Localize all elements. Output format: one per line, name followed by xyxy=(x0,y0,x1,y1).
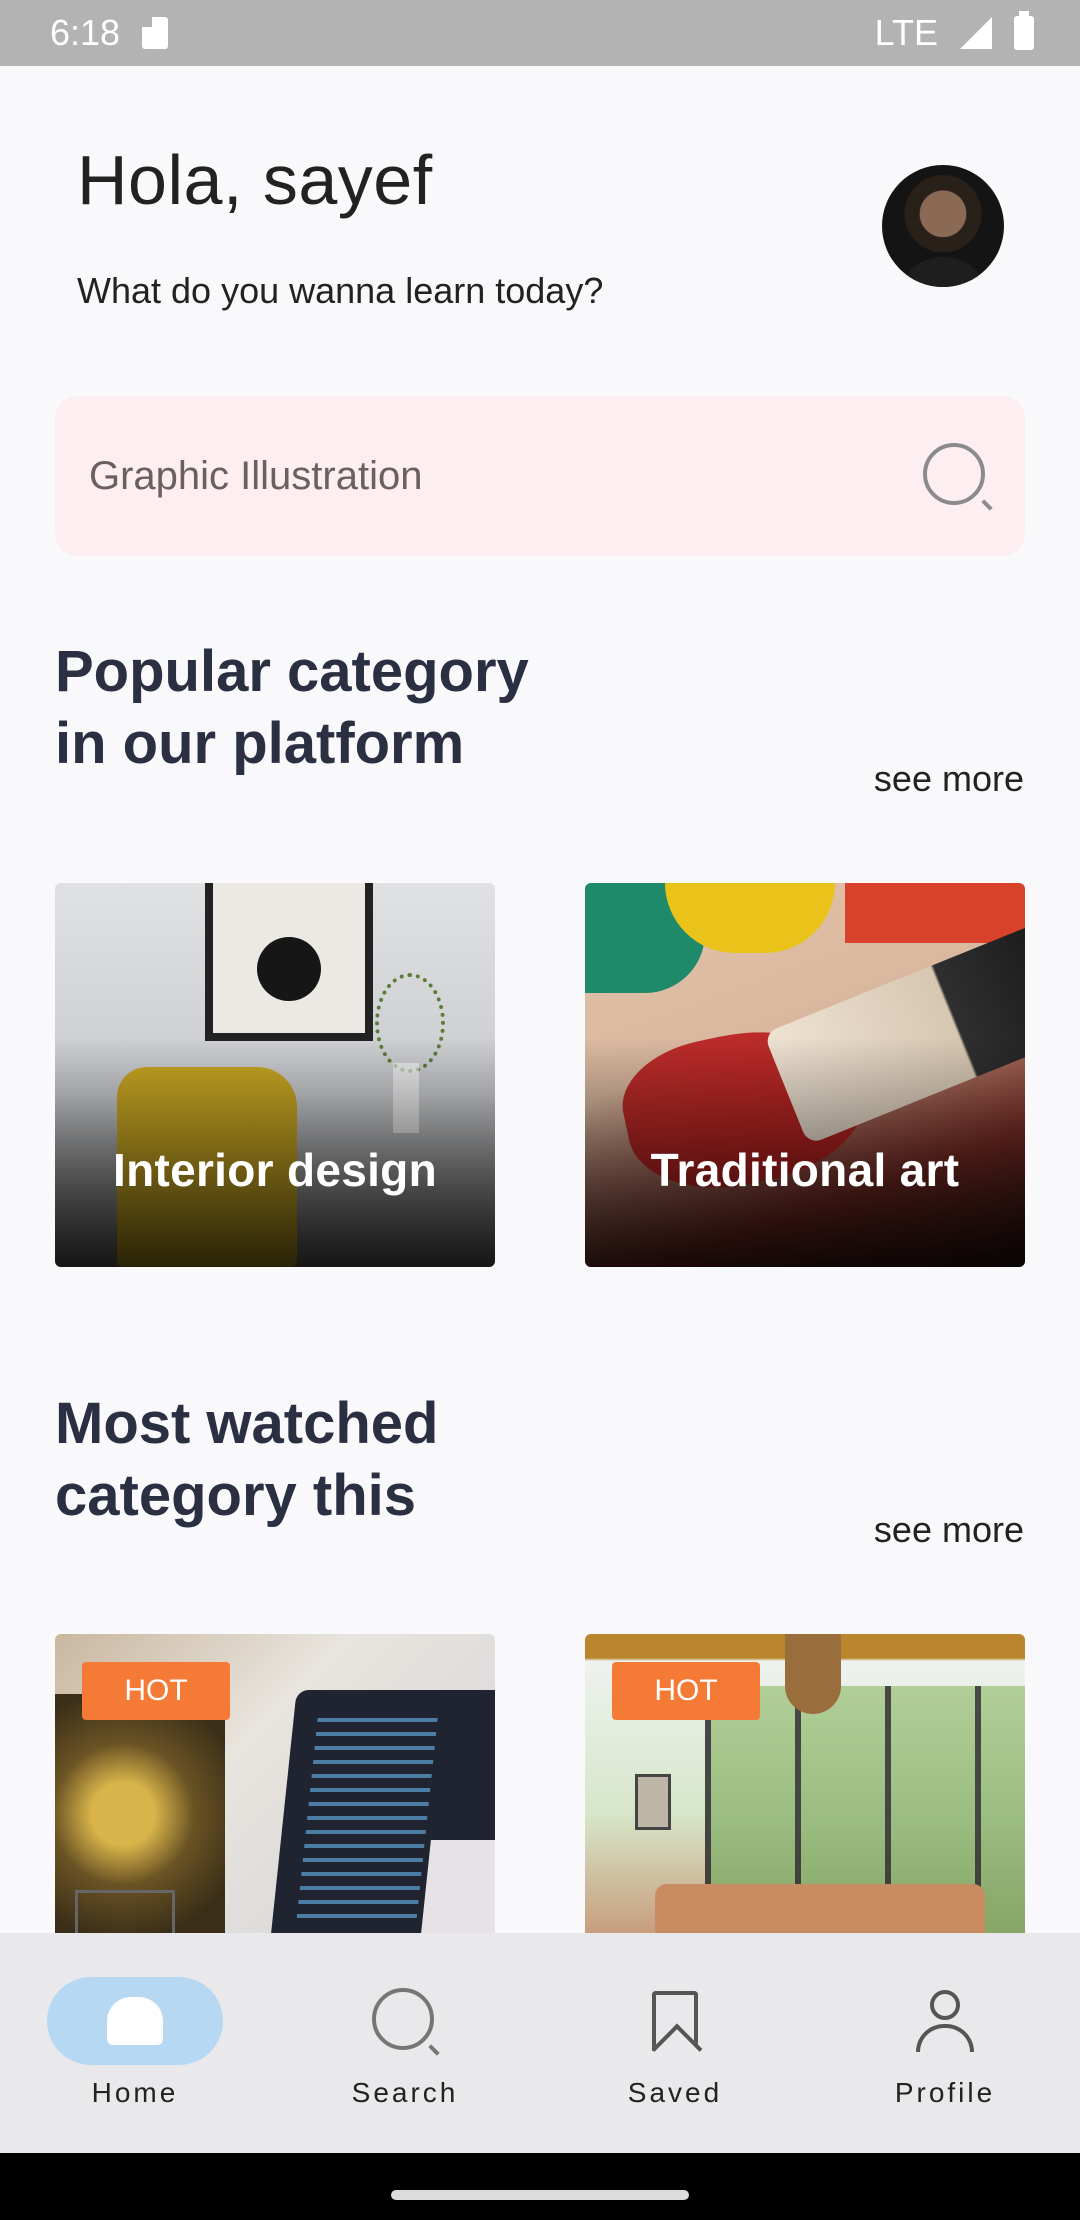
search-input[interactable] xyxy=(89,453,849,499)
network-type: LTE xyxy=(874,12,938,53)
bookmark-icon xyxy=(652,1991,698,2051)
most-watched-section-title: Most watched category this xyxy=(55,1388,615,1550)
avatar[interactable] xyxy=(882,165,1004,287)
profile-icon xyxy=(916,1990,974,2052)
nav-label-saved: Saved xyxy=(627,2077,723,2108)
card-image xyxy=(205,883,373,1041)
nav-label-home: Home xyxy=(91,2077,179,2108)
popular-see-more-link[interactable]: see more xyxy=(874,758,1024,800)
status-bar: 6:18 LTE xyxy=(0,0,1080,66)
popular-section-title: Popular category in our platform xyxy=(55,636,615,780)
nav-item-saved[interactable]: Saved xyxy=(565,1977,785,2109)
nav-item-search[interactable]: Search xyxy=(295,1977,515,2109)
search-icon[interactable] xyxy=(919,439,993,513)
nav-active-indicator xyxy=(47,1977,223,2065)
nav-label-search: Search xyxy=(351,2077,459,2108)
category-card-interior-design[interactable]: Interior design xyxy=(55,883,495,1267)
status-right: LTE xyxy=(874,11,1034,54)
bottom-navigation: Home Search Saved Profile xyxy=(0,1933,1080,2153)
most-watched-see-more-link[interactable]: see more xyxy=(874,1509,1024,1551)
most-watched-title-line1: Most watched xyxy=(55,1391,439,1456)
most-watched-title-line2: category this xyxy=(55,1463,416,1528)
status-left: 6:18 xyxy=(50,12,169,54)
most-watched-card-coding[interactable]: HOT xyxy=(55,1634,495,1934)
nav-item-profile[interactable]: Profile xyxy=(835,1977,1055,2109)
search-bar[interactable] xyxy=(55,396,1025,556)
most-watched-card-interior[interactable]: HOT xyxy=(585,1634,1025,1934)
battery-icon xyxy=(1014,11,1034,50)
popular-title-line2: in our platform xyxy=(55,711,465,776)
hot-badge: HOT xyxy=(612,1662,760,1720)
category-card-traditional-art[interactable]: Traditional art xyxy=(585,883,1025,1267)
greeting-subtitle: What do you wanna learn today? xyxy=(77,270,604,311)
signal-icon xyxy=(960,17,992,49)
search-icon xyxy=(370,1986,440,2056)
status-time: 6:18 xyxy=(50,12,121,53)
category-card-label: Traditional art xyxy=(650,1144,960,1196)
sd-card-icon xyxy=(142,17,169,49)
greeting-title: Hola, sayef xyxy=(77,141,433,219)
hot-badge: HOT xyxy=(82,1662,230,1720)
system-gesture-bar xyxy=(0,2153,1080,2220)
nav-item-home[interactable]: Home xyxy=(25,1977,245,2109)
home-icon xyxy=(107,1997,163,2045)
nav-label-profile: Profile xyxy=(894,2077,996,2108)
category-card-label: Interior design xyxy=(113,1144,437,1196)
home-gesture-handle[interactable] xyxy=(391,2190,689,2200)
popular-title-line1: Popular category xyxy=(55,639,529,704)
